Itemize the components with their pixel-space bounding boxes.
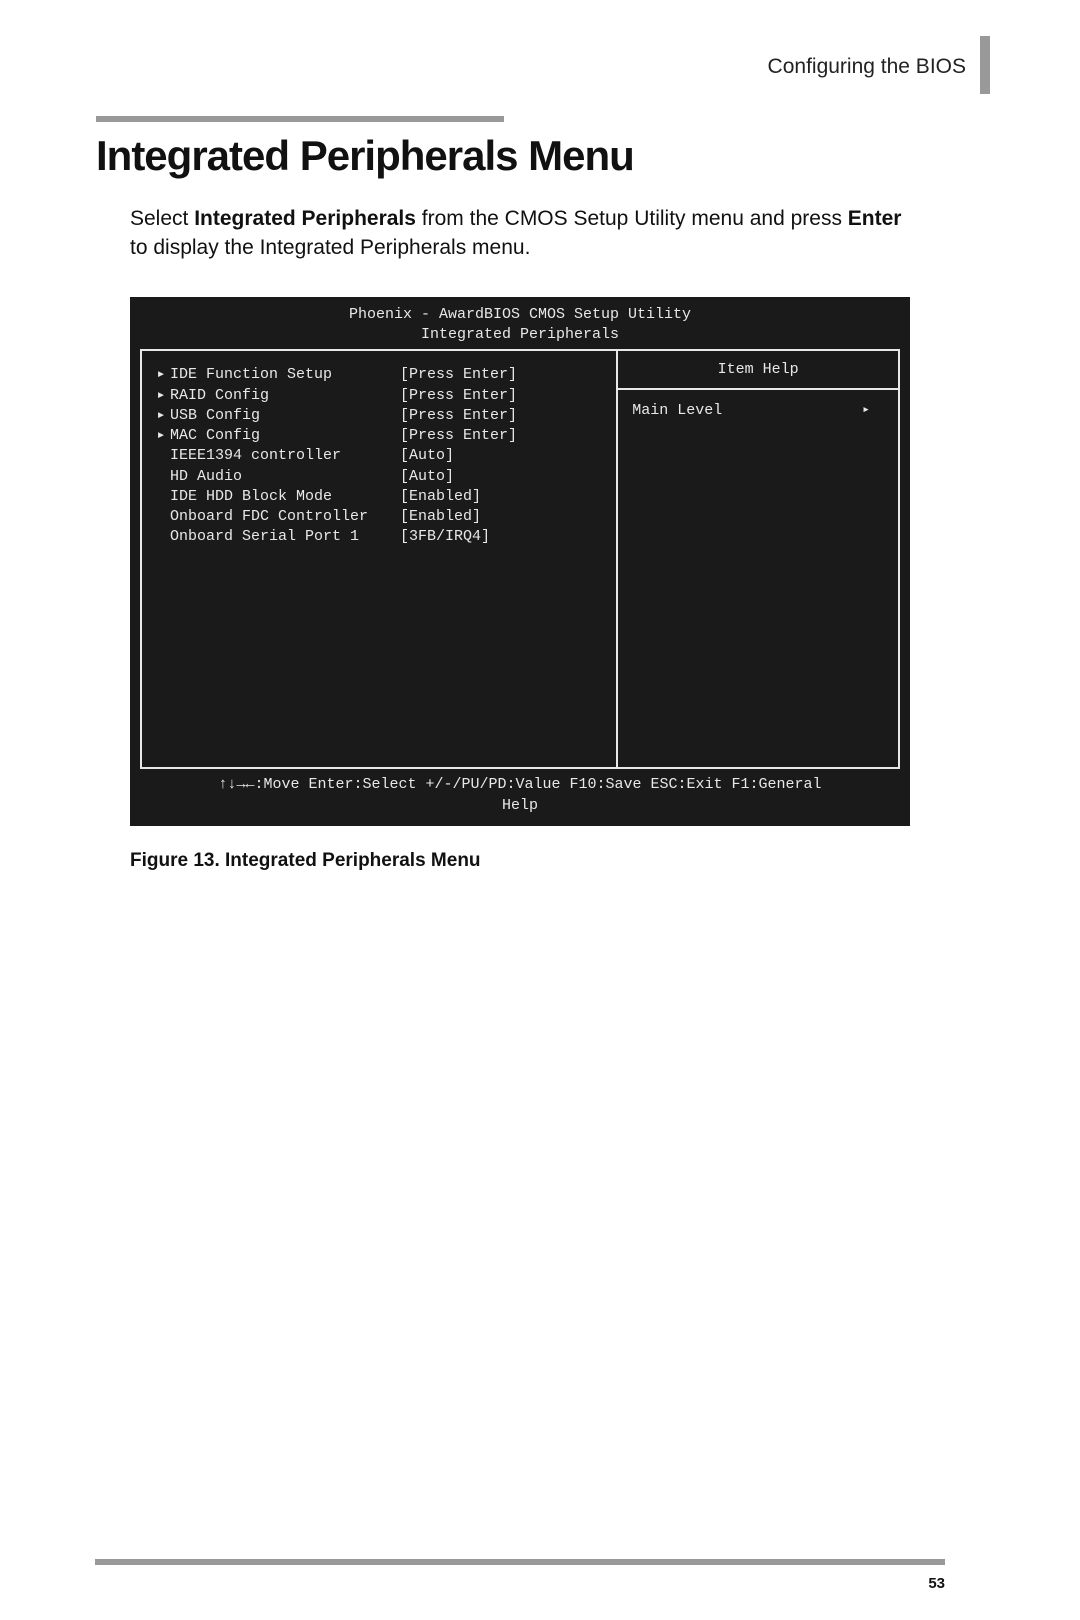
caret-icon: ▸ <box>152 426 170 446</box>
intro-bold-2: Enter <box>848 207 902 230</box>
figure-caption: Figure 13. Integrated Peripherals Menu <box>130 850 946 872</box>
intro-post: to display the Integrated Peripherals me… <box>130 236 530 259</box>
caret-icon <box>152 507 170 527</box>
main-section: Integrated Peripherals Menu Select Integ… <box>96 116 946 872</box>
menu-item[interactable]: HD Audio[Auto] <box>152 467 606 487</box>
item-value: [Enabled] <box>400 507 481 527</box>
item-value: [Enabled] <box>400 487 481 507</box>
bios-screenshot: Phoenix - AwardBIOS CMOS Setup Utility I… <box>130 297 910 826</box>
item-value: [Auto] <box>400 467 454 487</box>
main-level-label: Main Level <box>632 402 722 419</box>
menu-item[interactable]: Onboard Serial Port 1[3FB/IRQ4] <box>152 527 606 547</box>
menu-item[interactable]: Onboard FDC Controller[Enabled] <box>152 507 606 527</box>
section-title: Integrated Peripherals Menu <box>96 132 946 180</box>
caret-icon: ▸ <box>152 365 170 385</box>
footer-line1: ↑↓→←:Move Enter:Select +/-/PU/PD:Value F… <box>140 775 900 795</box>
header-accent-bar <box>980 36 990 94</box>
menu-item[interactable]: ▸MAC Config[Press Enter] <box>152 426 606 446</box>
item-value: [Press Enter] <box>400 386 517 406</box>
item-value: [Auto] <box>400 446 454 466</box>
item-label: IDE Function Setup <box>170 365 400 385</box>
caret-icon: ▸ <box>152 406 170 426</box>
item-value: [Press Enter] <box>400 365 517 385</box>
bios-right-panel: Item Help Main Level ▸ <box>618 351 898 767</box>
item-label: Onboard FDC Controller <box>170 507 400 527</box>
help-header: Item Help <box>618 351 898 390</box>
bios-footer: ↑↓→←:Move Enter:Select +/-/PU/PD:Value F… <box>130 769 910 816</box>
menu-item[interactable]: IDE HDD Block Mode[Enabled] <box>152 487 606 507</box>
caret-icon <box>152 467 170 487</box>
item-value: [Press Enter] <box>400 426 517 446</box>
item-label: IEEE1394 controller <box>170 446 400 466</box>
footer-rule <box>95 1559 945 1565</box>
intro-pre: Select <box>130 207 194 230</box>
caret-icon <box>152 487 170 507</box>
section-rule <box>96 116 504 122</box>
menu-item[interactable]: ▸USB Config[Press Enter] <box>152 406 606 426</box>
caret-icon <box>152 527 170 547</box>
item-label: HD Audio <box>170 467 400 487</box>
bios-frame: ▸IDE Function Setup[Press Enter] ▸RAID C… <box>140 349 900 769</box>
item-label: USB Config <box>170 406 400 426</box>
caret-right-icon: ▸ <box>862 402 884 419</box>
footer-line2: Help <box>140 796 900 816</box>
bios-title-line1: Phoenix - AwardBIOS CMOS Setup Utility <box>130 305 910 325</box>
intro-paragraph: Select Integrated Peripherals from the C… <box>130 204 910 263</box>
menu-item[interactable]: IEEE1394 controller[Auto] <box>152 446 606 466</box>
caret-icon: ▸ <box>152 386 170 406</box>
page-footer: 53 <box>95 1559 945 1565</box>
menu-item[interactable]: ▸RAID Config[Press Enter] <box>152 386 606 406</box>
page-header: Configuring the BIOS <box>768 40 990 94</box>
item-label: MAC Config <box>170 426 400 446</box>
item-label: IDE HDD Block Mode <box>170 487 400 507</box>
chapter-title: Configuring the BIOS <box>768 55 980 79</box>
intro-mid: from the CMOS Setup Utility menu and pre… <box>416 207 848 230</box>
bios-title: Phoenix - AwardBIOS CMOS Setup Utility I… <box>130 303 910 350</box>
bios-title-line2: Integrated Peripherals <box>130 325 910 345</box>
caret-icon <box>152 446 170 466</box>
help-body: Main Level ▸ <box>618 390 898 431</box>
intro-bold-1: Integrated Peripherals <box>194 207 416 230</box>
page-number: 53 <box>928 1575 945 1592</box>
item-label: RAID Config <box>170 386 400 406</box>
item-value: [Press Enter] <box>400 406 517 426</box>
item-label: Onboard Serial Port 1 <box>170 527 400 547</box>
bios-left-panel: ▸IDE Function Setup[Press Enter] ▸RAID C… <box>142 351 618 767</box>
item-value: [3FB/IRQ4] <box>400 527 490 547</box>
menu-item[interactable]: ▸IDE Function Setup[Press Enter] <box>152 365 606 385</box>
